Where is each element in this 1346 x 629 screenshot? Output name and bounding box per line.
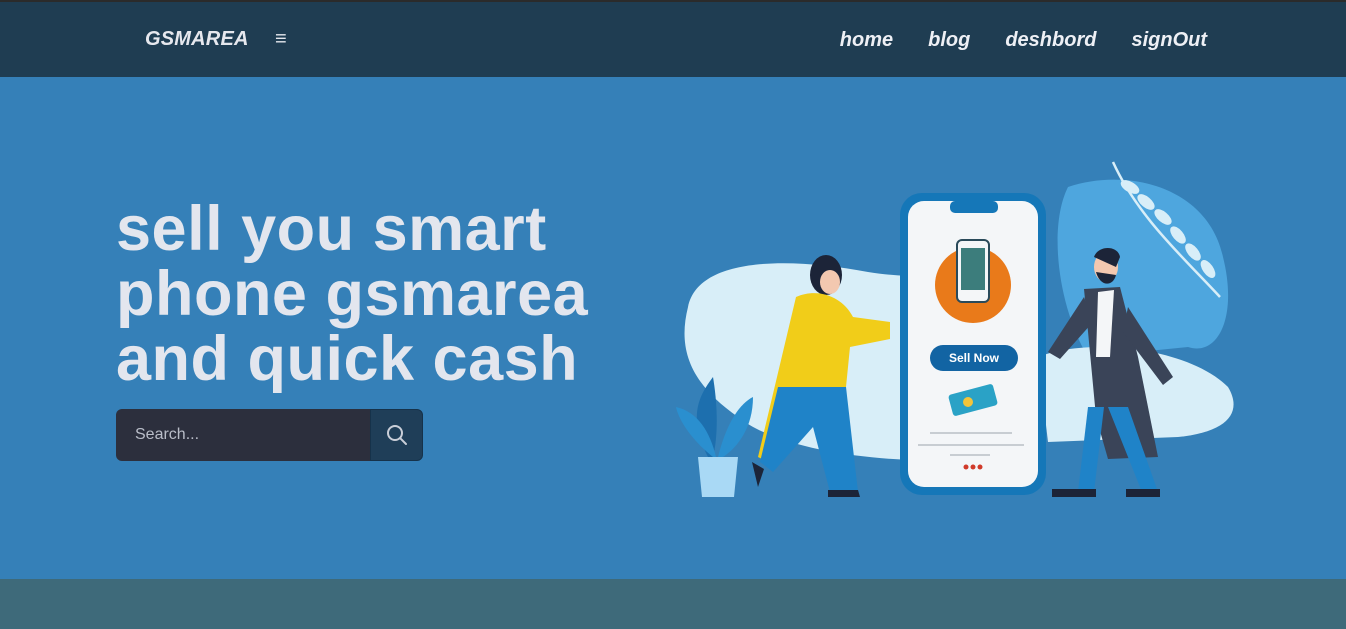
navbar: GSMAREA ≡ home blog deshbord signOut xyxy=(0,2,1346,77)
nav-link-blog[interactable]: blog xyxy=(928,29,970,52)
nav-link-dashboard[interactable]: deshbord xyxy=(1005,29,1096,52)
phone-icon: Sell Now xyxy=(900,193,1046,495)
search-icon xyxy=(386,425,407,445)
hero-section: sell you smart phone gsmarea and quick c… xyxy=(0,77,1346,579)
search-button[interactable] xyxy=(370,409,423,461)
nav-link-signout[interactable]: signOut xyxy=(1131,29,1207,52)
footer-band xyxy=(0,579,1346,629)
search-input[interactable] xyxy=(116,409,370,461)
brand-logo[interactable]: GSMAREA xyxy=(145,28,249,51)
hamburger-icon[interactable]: ≡ xyxy=(275,29,287,49)
nav-link-home[interactable]: home xyxy=(840,29,893,52)
sell-now-label: Sell Now xyxy=(949,351,1000,365)
sell-phone-illustration: Sell Now xyxy=(676,161,1234,497)
hero-title: sell you smart phone gsmarea and quick c… xyxy=(116,194,589,394)
search-form xyxy=(116,409,423,461)
nav-links: home blog deshbord signOut xyxy=(840,29,1207,52)
